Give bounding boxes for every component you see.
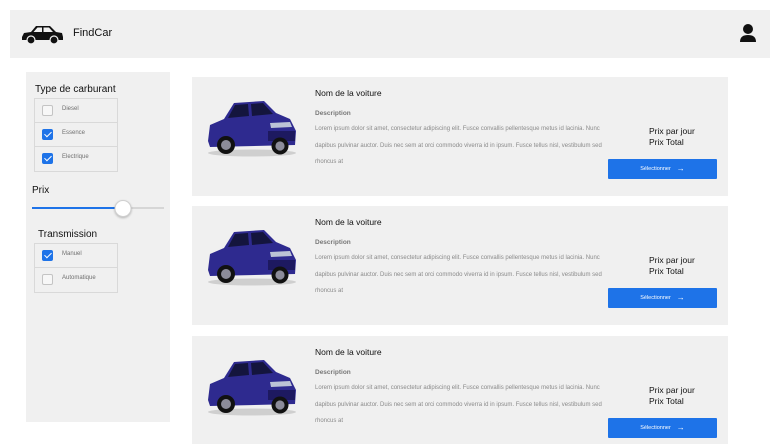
price-filter-title: Prix: [32, 185, 50, 196]
fuel-options: Diesel Essence Electrique: [34, 98, 118, 172]
transmission-option-label: Automatique: [62, 275, 96, 281]
select-button-label: Sélectionner: [640, 166, 671, 172]
description-title: Description: [315, 110, 351, 117]
car-image: [208, 360, 296, 416]
description-title: Description: [315, 239, 351, 246]
filter-sidebar: Type de carburant Diesel Essence Electri…: [26, 72, 170, 422]
price-total: Prix Total: [649, 266, 684, 276]
select-button[interactable]: Sélectionner →: [608, 159, 717, 179]
price-per-day: Prix par jour: [649, 126, 695, 136]
car-description: Lorem ipsum dolor sit amet, consectetur …: [315, 385, 602, 424]
checkbox[interactable]: [42, 153, 53, 164]
select-button[interactable]: Sélectionner →: [608, 288, 717, 308]
app-header: FindCar: [10, 10, 770, 58]
price-total: Prix Total: [649, 137, 684, 147]
car-card: Nom de la voiture Description Lorem ipsu…: [192, 206, 728, 325]
user-icon[interactable]: [739, 23, 757, 43]
fuel-option-electrique[interactable]: Electrique: [35, 147, 117, 171]
description-title: Description: [315, 369, 351, 376]
checkbox[interactable]: [42, 129, 53, 140]
car-description: Lorem ipsum dolor sit amet, consectetur …: [315, 126, 602, 165]
transmission-option-manuel[interactable]: Manuel: [35, 244, 117, 268]
fuel-filter-title: Type de carburant: [35, 84, 116, 95]
slider-thumb[interactable]: [114, 200, 132, 217]
car-card: Nom de la voiture Description Lorem ipsu…: [192, 77, 728, 196]
checkbox[interactable]: [42, 274, 53, 285]
transmission-options: Manuel Automatique: [34, 243, 118, 293]
car-name: Nom de la voiture: [315, 217, 382, 227]
price-total: Prix Total: [649, 396, 684, 406]
select-button-label: Sélectionner: [640, 295, 671, 301]
car-image: [208, 230, 296, 286]
car-card: Nom de la voiture Description Lorem ipsu…: [192, 336, 728, 444]
price-per-day: Prix par jour: [649, 385, 695, 395]
car-image: [208, 101, 296, 157]
slider-fill: [32, 207, 124, 209]
transmission-option-label: Manuel: [62, 251, 82, 257]
arrow-right-icon: →: [676, 164, 685, 173]
checkbox[interactable]: [42, 105, 53, 116]
arrow-right-icon: →: [676, 293, 685, 302]
car-name: Nom de la voiture: [315, 347, 382, 357]
select-button-label: Sélectionner: [640, 425, 671, 431]
car-icon[interactable]: [20, 23, 64, 45]
fuel-option-diesel[interactable]: Diesel: [35, 99, 117, 123]
price-per-day: Prix par jour: [649, 255, 695, 265]
transmission-option-automatique[interactable]: Automatique: [35, 268, 117, 292]
arrow-right-icon: →: [676, 423, 685, 432]
car-name: Nom de la voiture: [315, 88, 382, 98]
select-button[interactable]: Sélectionner →: [608, 418, 717, 438]
brand-name[interactable]: FindCar: [73, 27, 112, 39]
fuel-option-essence[interactable]: Essence: [35, 123, 117, 147]
fuel-option-label: Essence: [62, 130, 86, 136]
car-description: Lorem ipsum dolor sit amet, consectetur …: [315, 255, 602, 294]
fuel-option-label: Electrique: [62, 154, 89, 160]
price-slider[interactable]: [32, 200, 164, 217]
fuel-option-label: Diesel: [62, 106, 79, 112]
transmission-filter-title: Transmission: [38, 229, 98, 240]
checkbox[interactable]: [42, 250, 53, 261]
